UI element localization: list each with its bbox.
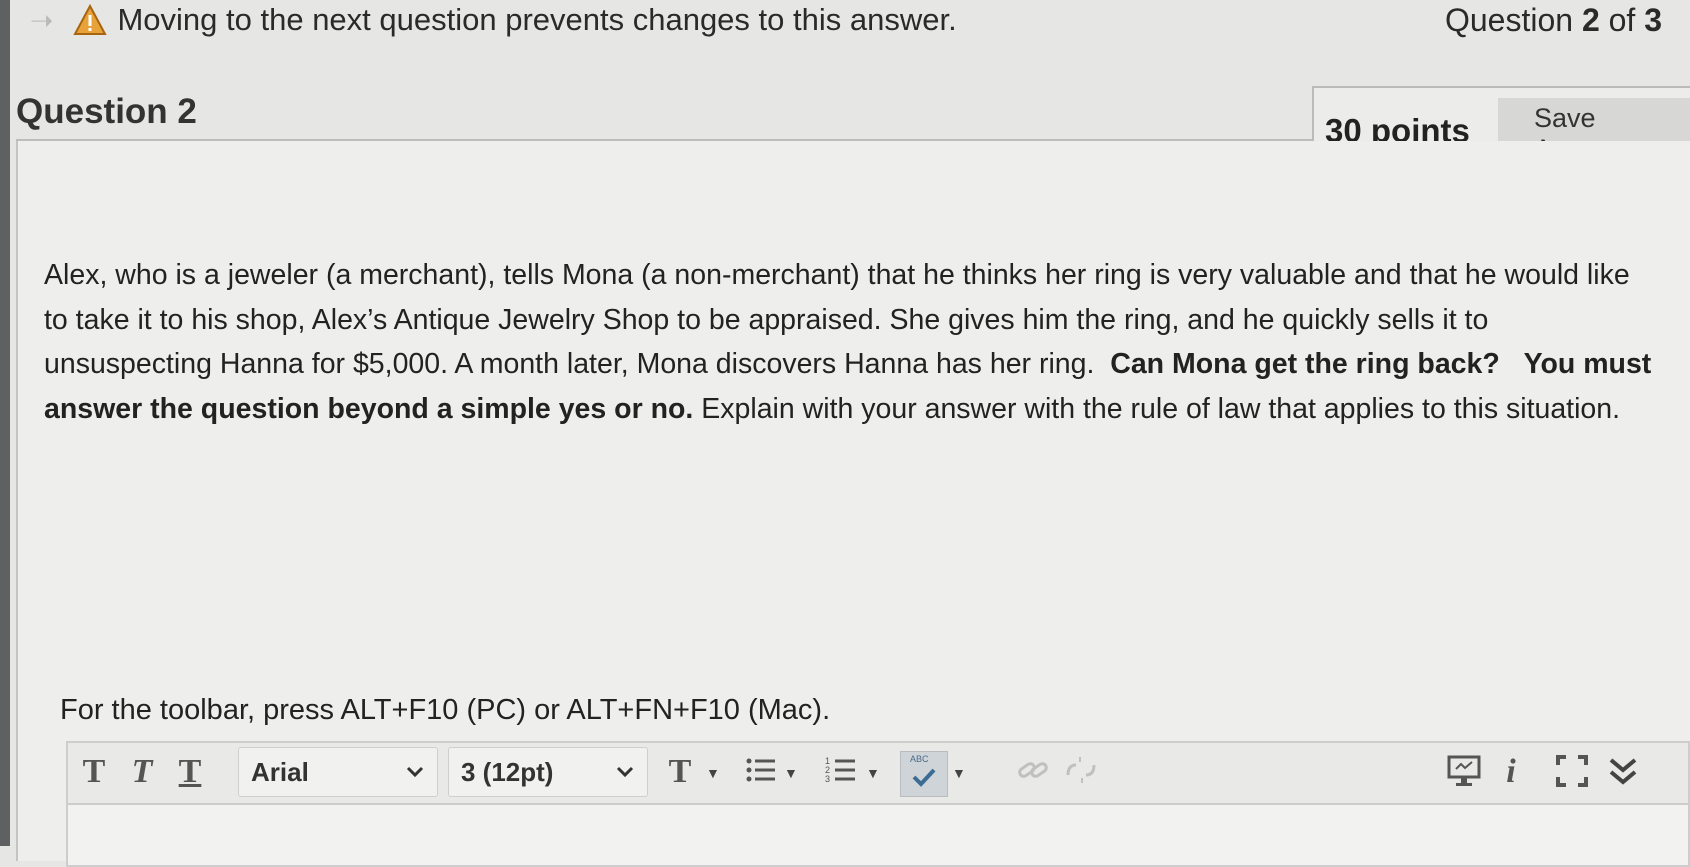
spellcheck-icon[interactable]: ABC xyxy=(900,751,948,797)
answer-editor[interactable] xyxy=(66,805,1690,867)
preview-icon[interactable] xyxy=(1446,753,1482,789)
unlink-icon[interactable] xyxy=(1064,753,1098,787)
chevron-down-icon xyxy=(406,766,424,778)
caret-down-icon[interactable]: ▼ xyxy=(952,765,966,781)
collapse-toolbar-icon[interactable] xyxy=(1606,753,1640,789)
question-bold-1: Can Mona get the ring back? xyxy=(1110,348,1500,380)
bold-icon[interactable]: T xyxy=(76,743,112,801)
question-title: Question 2 xyxy=(16,92,197,131)
link-icon[interactable] xyxy=(1016,753,1050,787)
question-text-part-2: Explain with your answer with the rule o… xyxy=(701,392,1621,425)
chevron-down-icon xyxy=(616,766,634,778)
font-size-select[interactable]: 3 (12pt) xyxy=(448,747,648,797)
numbered-list-icon[interactable]: 1 2 3 xyxy=(824,753,858,787)
font-size-value: 3 (12pt) xyxy=(461,756,554,787)
underline-icon[interactable]: T xyxy=(172,743,208,801)
counter-prefix: Question xyxy=(1444,2,1582,38)
spellcheck-badge: ABC xyxy=(910,754,929,764)
info-icon[interactable]: i xyxy=(1496,743,1526,801)
warning-text: Moving to the next question prevents cha… xyxy=(117,2,957,37)
question-text: Alex, who is a jeweler (a merchant), tel… xyxy=(44,253,1654,431)
font-family-value: Arial xyxy=(251,756,309,787)
warning-banner: ➝ Moving to the next question prevents c… xyxy=(30,0,957,40)
caret-down-icon[interactable]: ▼ xyxy=(784,765,798,781)
svg-text:3: 3 xyxy=(825,774,830,784)
text-color-icon[interactable]: T xyxy=(662,743,698,801)
arrow-right-icon: ➝ xyxy=(30,4,54,36)
counter-mid: of xyxy=(1599,2,1645,38)
question-counter: Question 2 of 3 xyxy=(1445,2,1662,39)
toolbar-hint: For the toolbar, press ALT+F10 (PC) or A… xyxy=(60,694,831,726)
counter-current: 2 xyxy=(1581,2,1600,38)
fullscreen-icon[interactable] xyxy=(1554,753,1590,789)
font-family-select[interactable]: Arial xyxy=(238,747,438,797)
caret-down-icon[interactable]: ▼ xyxy=(866,765,880,781)
checkmark-icon xyxy=(912,768,936,787)
window-left-edge xyxy=(0,0,10,846)
editor-toolbar: T T T Arial 3 (12pt) T ▼ ▼ 1 2 3 ▼ ABC ▼ xyxy=(66,741,1690,805)
caret-down-icon[interactable]: ▼ xyxy=(706,765,720,781)
italic-icon[interactable]: T xyxy=(124,743,160,801)
bullet-list-icon[interactable] xyxy=(744,753,778,787)
warning-icon xyxy=(73,4,108,35)
counter-total: 3 xyxy=(1644,2,1662,38)
